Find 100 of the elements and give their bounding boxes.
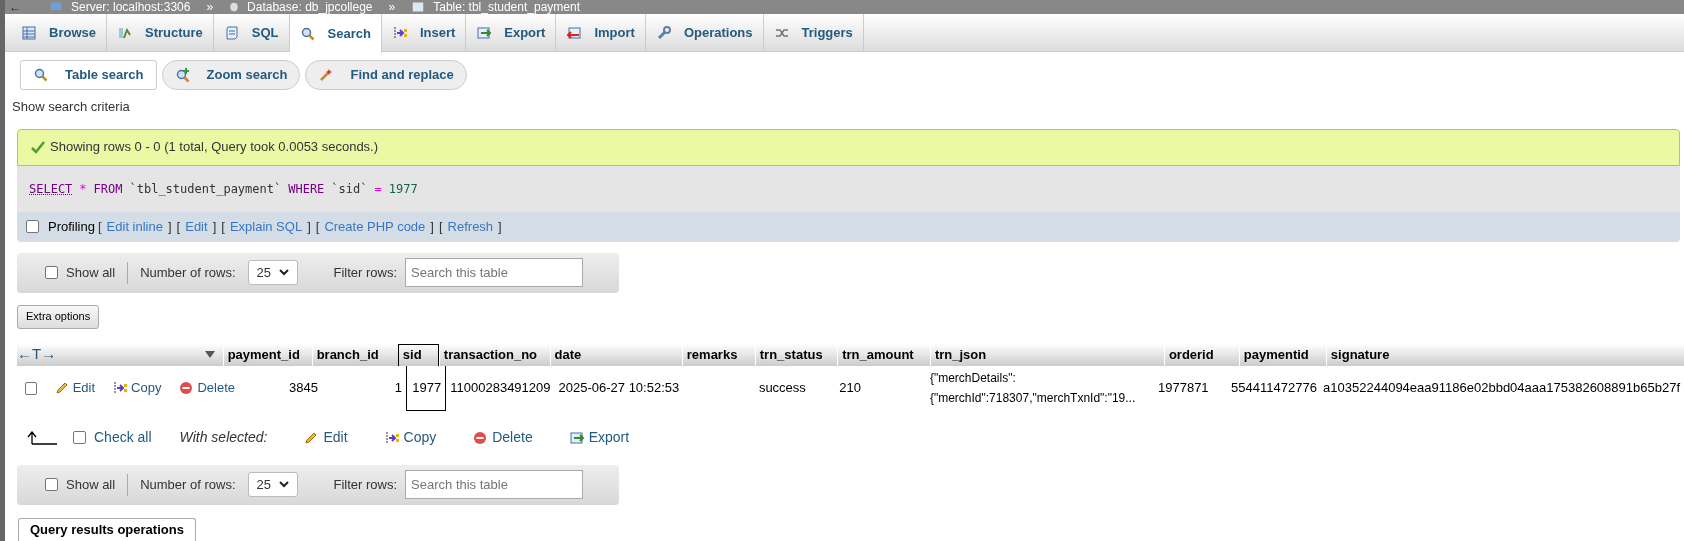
table-cell-text: success	[758, 379, 806, 398]
bracket: [	[315, 217, 320, 236]
caret-icon	[278, 481, 289, 488]
delete-link[interactable]: Delete	[472, 427, 533, 448]
table-cell-text: 3845	[288, 379, 318, 398]
edit-link[interactable]: Edit	[53, 378, 96, 398]
breadcrumb-separator: »	[206, 1, 214, 13]
column-header[interactable]: payment_id	[222, 343, 312, 366]
column-header[interactable]: transaction_no	[438, 343, 550, 366]
delete-link[interactable]: Delete	[178, 378, 235, 398]
tab[interactable]: Structure	[106, 14, 214, 51]
tab[interactable]: Operations	[645, 14, 764, 51]
subtab-button[interactable]: Find and replace	[305, 60, 467, 90]
column-arrows[interactable]: ←T→	[17, 343, 57, 366]
rows-select[interactable]: 25	[247, 472, 298, 497]
check-all-checkbox[interactable]	[73, 431, 86, 444]
column-header[interactable]: paymentid	[1238, 343, 1326, 366]
breadcrumb-link[interactable]: Server: localhost:3306	[71, 1, 191, 13]
table-cell-text: 1977871	[1158, 379, 1209, 398]
profiling-checkbox[interactable]	[26, 220, 39, 233]
filter-field[interactable]: Search this table	[405, 470, 584, 499]
search-icon	[33, 67, 49, 83]
sql-query: SELECT * FROM `tbl_student_payment` WHERE `sid` = 1977	[17, 165, 1680, 212]
bracket: [	[97, 217, 102, 236]
breadcrumb-link[interactable]: Table: tbl_student_payment	[433, 1, 580, 13]
tab[interactable]: Browse	[11, 14, 107, 51]
export-icon	[568, 429, 585, 446]
back-arrow[interactable]: ←	[9, 1, 21, 13]
bracket: ]	[167, 217, 172, 236]
table-icon	[411, 1, 426, 13]
row-checkbox[interactable]	[25, 381, 37, 395]
tab[interactable]: Import	[556, 14, 646, 51]
caret-icon	[278, 269, 289, 276]
subtab-button[interactable]: Zoom search	[161, 60, 301, 90]
bracket: [	[221, 217, 225, 236]
table-cell-text: 1	[394, 379, 402, 398]
show-all-checkbox[interactable]	[45, 478, 58, 491]
filter-label: Filter rows:	[333, 475, 398, 494]
table-cell-text: 210	[839, 379, 862, 398]
arrow-icon	[27, 430, 57, 445]
bracket: [	[176, 217, 181, 236]
column-header[interactable]: trn_json	[929, 343, 1164, 366]
filter-field[interactable]: Search this table	[405, 258, 584, 287]
column-header[interactable]: sid	[397, 343, 439, 366]
column-header[interactable]: trn_status	[754, 343, 838, 366]
bracket: [	[438, 217, 443, 236]
profiling-label: Profiling	[48, 217, 95, 236]
scroll-icon	[223, 24, 240, 41]
insert-icon	[391, 24, 408, 41]
search-criteria-link[interactable]: Show search criteria	[12, 97, 130, 117]
edit-link[interactable]: Edit	[303, 427, 348, 448]
pencil-icon	[53, 380, 70, 396]
delete-icon	[178, 380, 195, 396]
column-header[interactable]: date	[549, 343, 682, 366]
export-icon	[476, 24, 493, 41]
breadcrumb-link[interactable]: Database: db_jpcollege	[247, 1, 373, 13]
copy-link[interactable]: Copy	[112, 378, 162, 398]
tab[interactable]: Insert	[381, 14, 467, 51]
with-selected-label: With selected:	[179, 428, 268, 447]
sort-icon[interactable]	[204, 350, 215, 359]
server-icon	[49, 1, 63, 13]
table-cell-text: 1977	[412, 378, 442, 397]
rows-label: Number of rows:	[140, 475, 236, 494]
check-all-link[interactable]: Check all	[94, 427, 152, 448]
column-header[interactable]: signature	[1325, 343, 1684, 366]
column-header[interactable]: remarks	[681, 343, 755, 366]
import-icon	[566, 24, 583, 41]
tab[interactable]: Triggers	[763, 14, 864, 51]
column-header[interactable]: orderid	[1163, 343, 1239, 366]
show-all-checkbox[interactable]	[45, 266, 58, 279]
column-header[interactable]: trn_amount	[837, 343, 930, 366]
breadcrumb-separator: »	[388, 1, 396, 13]
show-all-label[interactable]: Show all	[66, 474, 116, 495]
extra-options-button[interactable]: Extra options	[17, 304, 100, 329]
rows-select[interactable]: 25	[247, 260, 298, 285]
table-cell-text: 2025-06-27 10:52:53	[558, 379, 680, 398]
delete-icon	[472, 429, 489, 446]
tab[interactable]: Export	[466, 14, 557, 51]
zoom-icon	[174, 67, 191, 83]
subtab-button[interactable]: Table search	[20, 60, 157, 90]
table-cell-text: {"merchDetails": {"merchId":718307,"merchTxnId":"19...	[929, 370, 1137, 407]
table-icon	[21, 24, 37, 41]
copy-icon	[383, 429, 400, 446]
copy-icon	[112, 380, 129, 396]
bracket: ]	[498, 217, 502, 236]
section-tab[interactable]: Query results operations	[18, 517, 196, 541]
tab[interactable]: Search	[289, 14, 382, 53]
check-icon	[30, 140, 46, 154]
column-header[interactable]: branch_id	[311, 343, 398, 366]
table-cell-text: 554411472776	[1231, 379, 1317, 398]
table-cell-text: a10352244094eaa91186e02bbd04aaa175382608891b65b27f	[1323, 379, 1680, 398]
success-message: Showing rows 0 - 0 (1 total, Query took 0.0053 seconds.)	[17, 128, 1680, 166]
tab[interactable]: SQL	[213, 14, 290, 51]
rows-label: Number of rows:	[140, 263, 236, 282]
export-link[interactable]: Export	[568, 427, 630, 448]
show-all-label[interactable]: Show all	[66, 262, 116, 283]
database-icon	[229, 1, 240, 13]
copy-link[interactable]: Copy	[383, 427, 437, 448]
bracket: ]	[307, 217, 311, 236]
wrench-icon	[655, 24, 672, 41]
